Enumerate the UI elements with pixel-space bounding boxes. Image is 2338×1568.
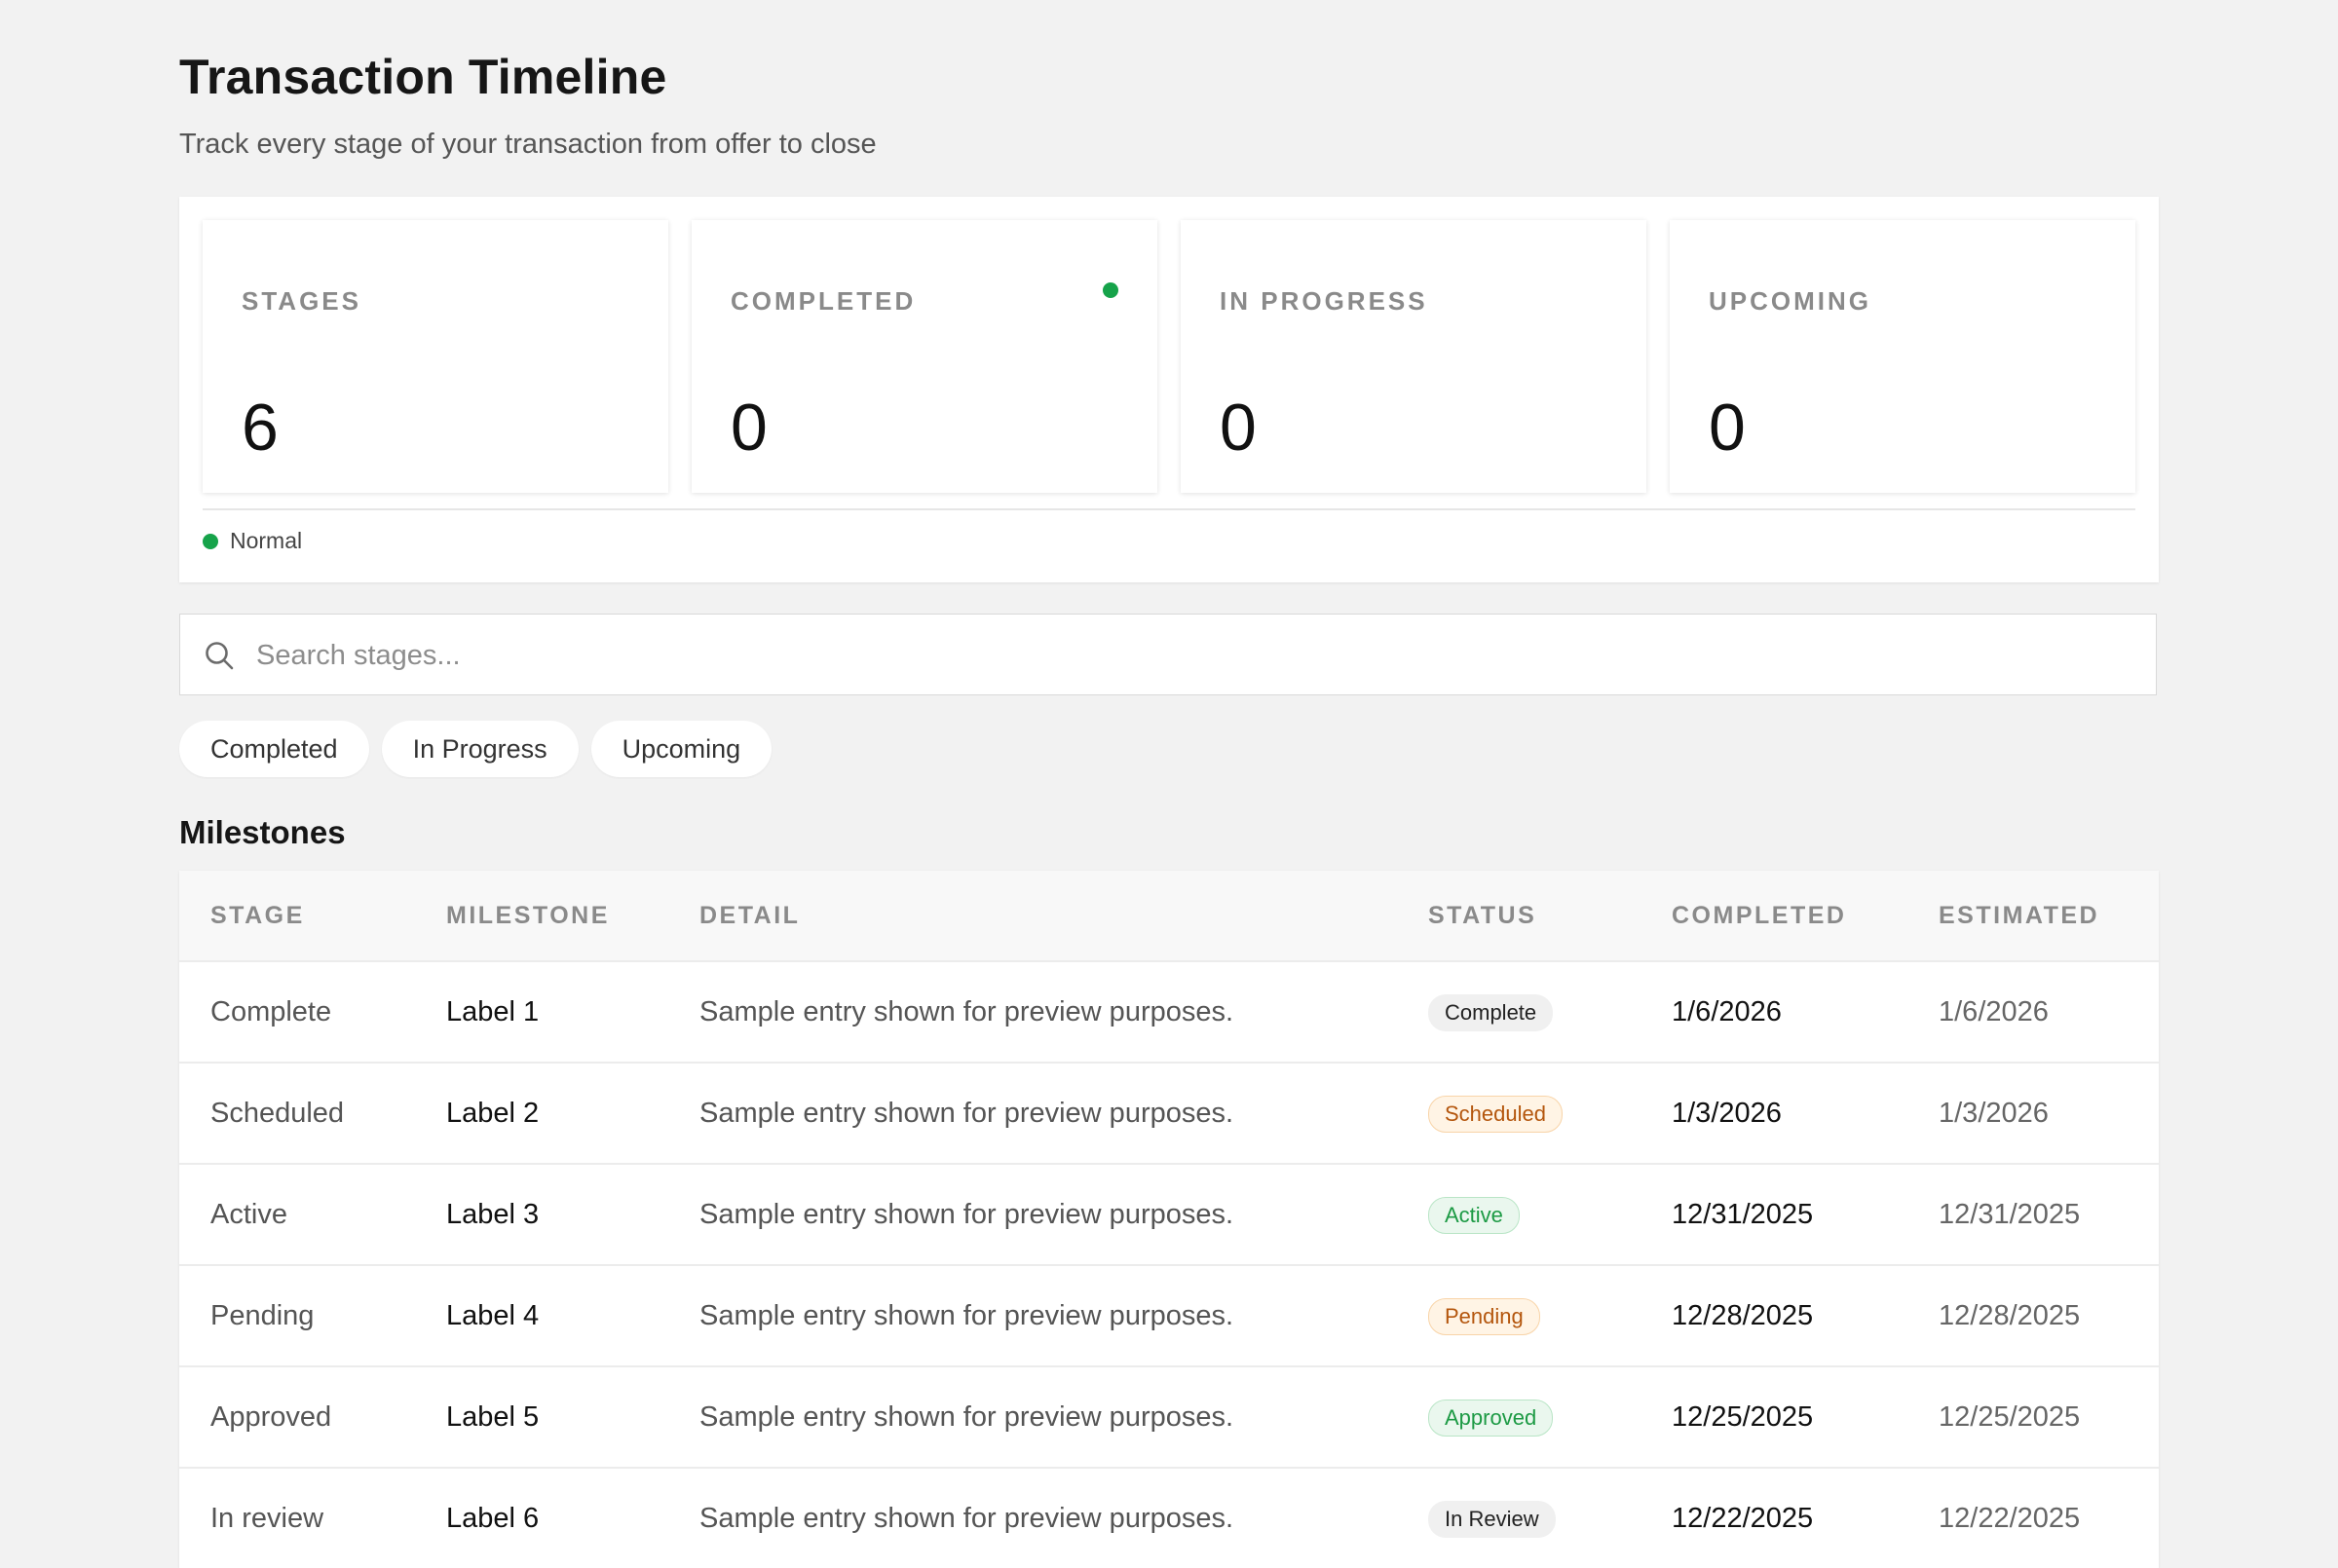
column-header-status: STATUS	[1428, 902, 1537, 929]
cell-estimated-date: 12/25/2025	[1939, 1401, 2081, 1433]
stat-label: IN PROGRESS	[1220, 286, 1428, 316]
status-badge: Active	[1428, 1197, 1520, 1235]
cell-estimated-date: 1/6/2026	[1939, 996, 2049, 1027]
cell-milestone: Label 2	[446, 1098, 540, 1129]
table-row[interactable]: Approved Label 5 Sample entry shown for …	[179, 1365, 2159, 1467]
cell-completed-date: 12/25/2025	[1672, 1401, 1814, 1433]
cell-detail: Sample entry shown for preview purposes.	[699, 1401, 1234, 1433]
column-header-estimated: ESTIMATED	[1939, 902, 2100, 929]
cell-status: Scheduled	[1428, 1064, 1563, 1163]
cell-milestone: Label 6	[446, 1503, 540, 1534]
cell-detail: Sample entry shown for preview purposes.	[699, 996, 1234, 1027]
cell-completed-date: 12/22/2025	[1672, 1503, 1814, 1534]
search-bar[interactable]	[179, 614, 2157, 696]
stat-value: 6	[242, 391, 279, 465]
cell-status: Pending	[1428, 1266, 1540, 1365]
stat-value: 0	[1709, 391, 1746, 465]
cell-completed-date: 1/6/2026	[1672, 996, 1782, 1027]
search-icon	[206, 642, 234, 670]
cell-status: Active	[1428, 1165, 1520, 1264]
stat-label: UPCOMING	[1709, 286, 1871, 316]
filter-chips: Completed In Progress Upcoming	[179, 721, 773, 777]
status-badge: In Review	[1428, 1501, 1556, 1539]
stat-card-upcoming: UPCOMING 0	[1670, 220, 2135, 493]
stat-value: 0	[731, 391, 768, 465]
divider	[203, 508, 2135, 510]
table-row[interactable]: Pending Label 4 Sample entry shown for p…	[179, 1264, 2159, 1365]
status-label: Normal	[230, 528, 303, 553]
cell-milestone: Label 3	[446, 1199, 540, 1230]
section-title-milestones: Milestones	[179, 814, 346, 850]
stats-panel: STAGES 6 COMPLETED 0 IN PROGRESS 0 UPCOM…	[179, 197, 2159, 582]
cell-stage: Active	[210, 1199, 287, 1230]
stat-card-stages: STAGES 6	[203, 220, 668, 493]
cell-status: Complete	[1428, 962, 1554, 1062]
filter-chip-in-progress[interactable]: In Progress	[381, 721, 579, 777]
table-row[interactable]: Active Label 3 Sample entry shown for pr…	[179, 1163, 2159, 1264]
page-subtitle: Track every stage of your transaction fr…	[179, 129, 877, 160]
cell-detail: Sample entry shown for preview purposes.	[699, 1503, 1234, 1534]
cell-detail: Sample entry shown for preview purposes.	[699, 1300, 1234, 1331]
cell-estimated-date: 1/3/2026	[1939, 1098, 2049, 1129]
table-header: STAGE MILESTONE DETAIL STATUS COMPLETED …	[179, 871, 2159, 960]
table-row[interactable]: In review Label 6 Sample entry shown for…	[179, 1467, 2159, 1568]
cell-completed-date: 12/31/2025	[1672, 1199, 1814, 1230]
status-badge: Complete	[1428, 994, 1554, 1032]
status-badge: Pending	[1428, 1298, 1540, 1336]
column-header-stage: STAGE	[210, 902, 305, 929]
cell-milestone: Label 4	[446, 1300, 540, 1331]
status-badge: Scheduled	[1428, 1096, 1563, 1134]
cell-detail: Sample entry shown for preview purposes.	[699, 1098, 1234, 1129]
stat-label: STAGES	[242, 286, 361, 316]
column-header-milestone: MILESTONE	[446, 902, 610, 929]
cell-stage: Approved	[210, 1401, 332, 1433]
cell-estimated-date: 12/31/2025	[1939, 1199, 2081, 1230]
cell-estimated-date: 12/22/2025	[1939, 1503, 2081, 1534]
table-row[interactable]: Complete Label 1 Sample entry shown for …	[179, 960, 2159, 1062]
cell-stage: Pending	[210, 1300, 315, 1331]
cell-completed-date: 1/3/2026	[1672, 1098, 1782, 1129]
stat-card-completed: COMPLETED 0	[692, 220, 1157, 493]
status-legend: Normal	[203, 528, 302, 554]
cell-status: Approved	[1428, 1367, 1554, 1467]
cell-milestone: Label 5	[446, 1401, 540, 1433]
status-dot-icon	[203, 533, 218, 549]
filter-chip-upcoming[interactable]: Upcoming	[590, 721, 773, 777]
cell-completed-date: 12/28/2025	[1672, 1300, 1814, 1331]
cell-stage: Complete	[210, 996, 332, 1027]
column-header-detail: DETAIL	[699, 902, 801, 929]
search-input[interactable]	[254, 615, 2109, 696]
column-header-completed: COMPLETED	[1672, 902, 1847, 929]
table-row[interactable]: Scheduled Label 2 Sample entry shown for…	[179, 1062, 2159, 1163]
stat-label: COMPLETED	[731, 286, 917, 316]
status-badge: Approved	[1428, 1400, 1554, 1437]
status-dot-icon	[1103, 282, 1118, 298]
cell-stage: In review	[210, 1503, 324, 1534]
cell-detail: Sample entry shown for preview purposes.	[699, 1199, 1234, 1230]
filter-chip-completed[interactable]: Completed	[179, 721, 369, 777]
page-title: Transaction Timeline	[179, 50, 667, 104]
milestones-table: STAGE MILESTONE DETAIL STATUS COMPLETED …	[179, 871, 2159, 1568]
cell-milestone: Label 1	[446, 996, 540, 1027]
cell-stage: Scheduled	[210, 1098, 345, 1129]
cell-status: In Review	[1428, 1469, 1556, 1568]
stat-card-in-progress: IN PROGRESS 0	[1181, 220, 1646, 493]
cell-estimated-date: 12/28/2025	[1939, 1300, 2081, 1331]
stat-value: 0	[1220, 391, 1257, 465]
